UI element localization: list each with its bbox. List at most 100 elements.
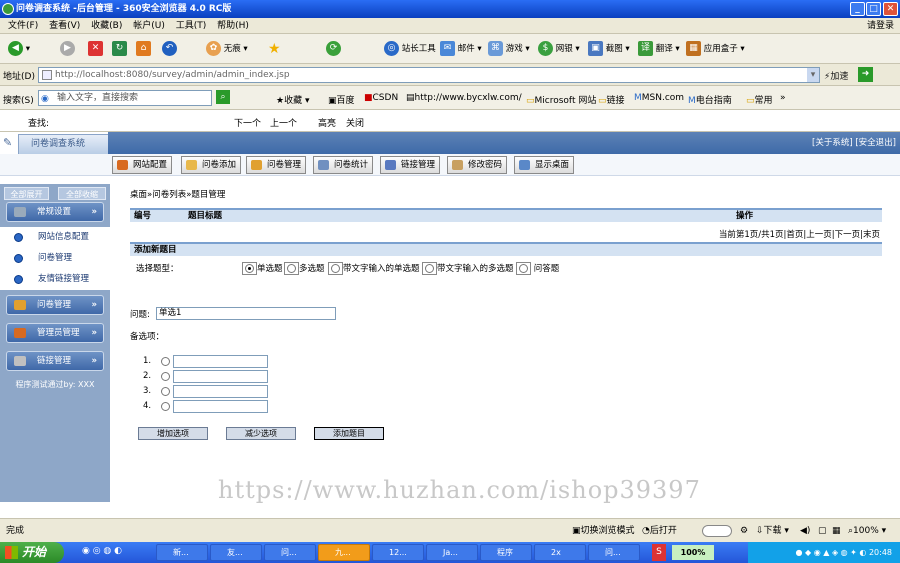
- url-input[interactable]: http://localhost:8080/survey/admin/admin…: [38, 67, 820, 83]
- toolbar-bank[interactable]: $ 网银 ▾: [538, 41, 580, 57]
- sidebar-section-general[interactable]: 常规设置»: [6, 202, 104, 222]
- find-prev-button[interactable]: 上一个: [270, 116, 297, 129]
- nav-manage-survey[interactable]: 问卷管理: [246, 156, 307, 174]
- collapse-all-button[interactable]: 全部收缩: [58, 187, 106, 200]
- option-input[interactable]: [173, 400, 268, 413]
- maximize-button[interactable]: □: [866, 2, 881, 16]
- window-icon[interactable]: ▢: [818, 519, 827, 543]
- bookmark-msn[interactable]: MMSN.com: [634, 93, 684, 103]
- close-window-button[interactable]: ✕: [883, 2, 898, 16]
- option-input[interactable]: [173, 370, 268, 383]
- nav-link-manage[interactable]: 链接管理: [380, 156, 441, 174]
- toolbar-screenshot[interactable]: ▣ 截图 ▾: [588, 41, 630, 57]
- accelerate-button[interactable]: ⚡加速: [824, 69, 848, 82]
- zoom-control[interactable]: ⌕100% ▾: [848, 519, 886, 543]
- gear-icon[interactable]: ⚙: [740, 519, 748, 543]
- nav-add-survey[interactable]: 问卷添加: [181, 156, 242, 174]
- type-multiple[interactable]: 多选题: [284, 262, 325, 275]
- task-button[interactable]: 问...: [264, 544, 316, 561]
- menu-favorites[interactable]: 收藏(B): [91, 21, 122, 31]
- find-next-button[interactable]: 下一个: [234, 116, 261, 129]
- volume-icon[interactable]: ◀): [800, 519, 810, 543]
- toolbar-webmaster[interactable]: ◎ 站长工具: [384, 41, 436, 57]
- sidebar-section-links[interactable]: 链接管理»: [6, 351, 104, 371]
- quick-launch-icons[interactable]: ◉ ◎ ◍ ◐: [82, 546, 122, 556]
- menu-file[interactable]: 文件(F): [8, 21, 38, 31]
- update-icon[interactable]: ⟳: [326, 41, 341, 57]
- home-icon[interactable]: ⌂: [136, 41, 151, 57]
- type-single[interactable]: 单选题: [242, 262, 283, 275]
- toolbar-app-box[interactable]: ▦ 应用盒子 ▾: [686, 41, 745, 57]
- radio-icon[interactable]: [161, 387, 170, 396]
- tray-icons[interactable]: ● ◆ ◉ ▲ ◈ ◍ ✦ ◐: [796, 548, 869, 557]
- image-icon[interactable]: ▦: [832, 519, 841, 543]
- toolbar-translate[interactable]: 译 翻译 ▾: [638, 41, 680, 57]
- radio-icon[interactable]: [161, 372, 170, 381]
- sidebar-section-admin[interactable]: 管理员管理»: [6, 323, 104, 343]
- type-multiple-text[interactable]: 带文字输入的多选题: [422, 262, 514, 275]
- incognito-button[interactable]: ✿ 无痕 ▾: [206, 41, 248, 57]
- nav-survey-stats[interactable]: 问卷统计: [313, 156, 374, 174]
- nav-change-password[interactable]: 修改密码: [447, 156, 508, 174]
- type-single-text[interactable]: 带文字输入的单选题: [328, 262, 420, 275]
- add-question-button[interactable]: 添加题目: [314, 427, 384, 440]
- search-input[interactable]: ◉ 输入文字，直接搜索: [38, 90, 212, 106]
- star-icon[interactable]: ★: [268, 41, 281, 57]
- minimize-button[interactable]: _: [850, 2, 865, 16]
- stop-icon[interactable]: ✕: [88, 41, 103, 57]
- toggle-icon[interactable]: [702, 525, 732, 537]
- menu-account[interactable]: 帐户(U): [133, 21, 165, 31]
- download-button[interactable]: ⇩下载 ▾: [756, 519, 789, 543]
- tray-zoom[interactable]: 100%: [672, 545, 714, 560]
- go-icon[interactable]: ➜: [858, 67, 873, 82]
- login-link[interactable]: 请登录: [867, 18, 894, 34]
- question-input[interactable]: 单选1: [156, 307, 336, 320]
- start-button[interactable]: 开始: [0, 542, 64, 563]
- switch-mode-button[interactable]: ▣切换浏览模式: [572, 519, 635, 543]
- top-links[interactable]: [关于系统] [安全退出]: [108, 132, 900, 154]
- radio-icon[interactable]: [161, 357, 170, 366]
- bookmark-bycxlw[interactable]: ▤http://www.bycxlw.com/: [406, 93, 522, 103]
- toolbar-mail[interactable]: ✉ 邮件 ▾: [440, 41, 482, 57]
- option-input[interactable]: [173, 355, 268, 368]
- menu-help[interactable]: 帮助(H): [217, 21, 249, 31]
- undo-icon[interactable]: ↶: [162, 41, 177, 57]
- find-close-button[interactable]: 关闭: [346, 116, 364, 129]
- task-button[interactable]: 12...: [372, 544, 424, 561]
- menu-view[interactable]: 查看(V): [49, 21, 80, 31]
- bookmark-favorites[interactable]: ★收藏 ▾: [276, 93, 309, 106]
- option-input[interactable]: [173, 385, 268, 398]
- url-dropdown-icon[interactable]: ▾: [807, 68, 819, 82]
- pager[interactable]: 当前第1页/共1页|首页|上一页|下一页|末页: [719, 228, 880, 240]
- task-button-active[interactable]: 九...: [318, 544, 370, 561]
- task-button[interactable]: 新...: [156, 544, 208, 561]
- nav-site-config[interactable]: 网站配置: [112, 156, 173, 174]
- refresh-icon[interactable]: ↻: [112, 41, 127, 57]
- sidebar-item-link-manage[interactable]: 友情链接管理: [0, 269, 110, 290]
- toolbar-games[interactable]: ⌘ 游戏 ▾: [488, 41, 530, 57]
- app-s-icon[interactable]: S: [652, 544, 666, 561]
- task-button[interactable]: 2x: [534, 544, 586, 561]
- task-button[interactable]: Ja...: [426, 544, 478, 561]
- bookmark-links[interactable]: ▭链接: [598, 93, 625, 106]
- forward-icon[interactable]: ▶: [60, 41, 75, 57]
- sidebar-section-survey[interactable]: 问卷管理»: [6, 295, 104, 315]
- search-icon[interactable]: ⌕: [216, 90, 230, 104]
- bookmark-radio[interactable]: M电台指南: [688, 93, 732, 106]
- open-later-button[interactable]: ◔后打开: [642, 519, 677, 543]
- add-option-button[interactable]: 增加选项: [138, 427, 208, 440]
- sidebar-item-site-info[interactable]: 网站信息配置: [0, 227, 110, 248]
- expand-all-button[interactable]: 全部展开: [4, 187, 49, 200]
- back-icon[interactable]: ◀ ▾: [8, 41, 30, 57]
- task-button[interactable]: 友...: [210, 544, 262, 561]
- bookmark-csdn[interactable]: ■CSDN: [364, 93, 398, 103]
- sidebar-item-survey-manage[interactable]: 问卷管理: [0, 248, 110, 269]
- bookmark-baidu[interactable]: ▣百度: [328, 93, 355, 106]
- find-highlight-button[interactable]: 高亮: [318, 116, 336, 129]
- menu-tools[interactable]: 工具(T): [176, 21, 207, 31]
- task-button[interactable]: 问...: [588, 544, 640, 561]
- task-button[interactable]: 程序: [480, 544, 532, 561]
- bookmark-microsoft[interactable]: ▭Microsoft 网站: [526, 93, 596, 106]
- type-qa[interactable]: 问答题: [516, 262, 559, 275]
- bookmark-common[interactable]: ▭常用: [746, 93, 773, 106]
